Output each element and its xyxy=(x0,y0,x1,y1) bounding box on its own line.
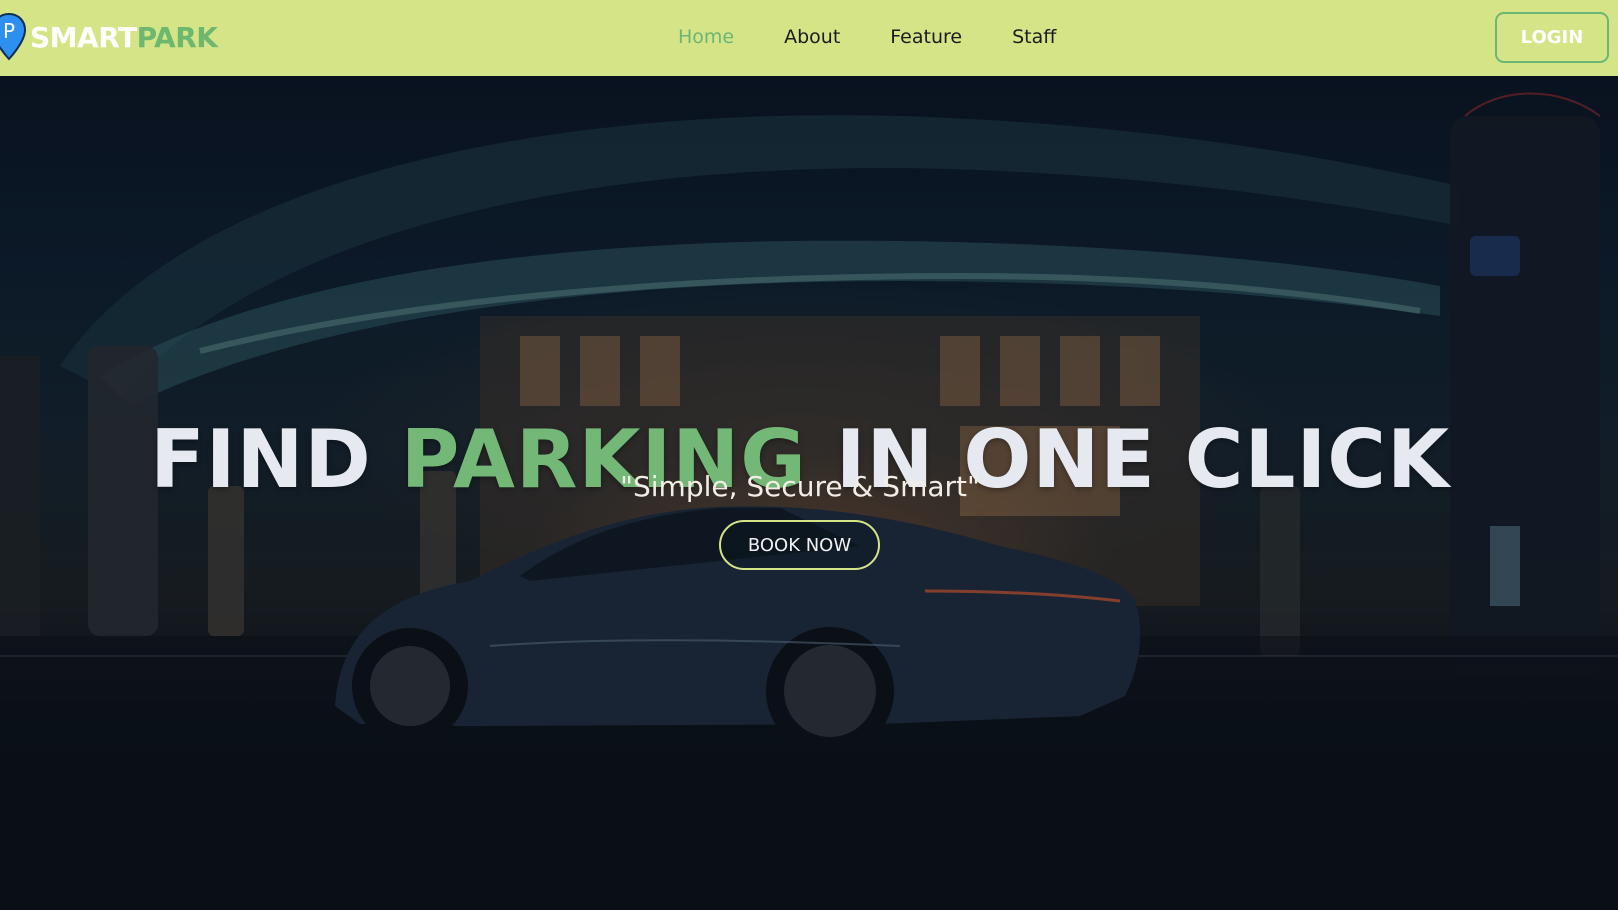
brand-name: SMARTPARK xyxy=(30,21,218,54)
brand-name-part2: PARK xyxy=(136,20,218,54)
hero-section: FIND PARKING IN ONE CLICK "Simple, Secur… xyxy=(0,76,1618,910)
login-button[interactable]: LOGIN xyxy=(1495,12,1609,63)
nav-link-staff[interactable]: Staff xyxy=(1012,26,1056,48)
nav-link-feature[interactable]: Feature xyxy=(890,26,962,48)
navbar: P SMARTPARK Home About Feature Staff LOG… xyxy=(0,0,1618,76)
nav-link-about[interactable]: About xyxy=(784,26,840,48)
brand-name-part1: SMART xyxy=(30,20,137,54)
book-now-button[interactable]: BOOK NOW xyxy=(719,520,880,570)
location-pin-icon: P xyxy=(0,13,26,61)
main-nav: Home About Feature Staff xyxy=(678,0,1106,74)
hero-subtitle: "Simple, Secure & Smart" xyxy=(620,470,980,503)
pin-letter: P xyxy=(3,19,15,43)
nav-link-home[interactable]: Home xyxy=(678,26,734,48)
brand-logo[interactable]: P SMARTPARK xyxy=(0,12,218,62)
